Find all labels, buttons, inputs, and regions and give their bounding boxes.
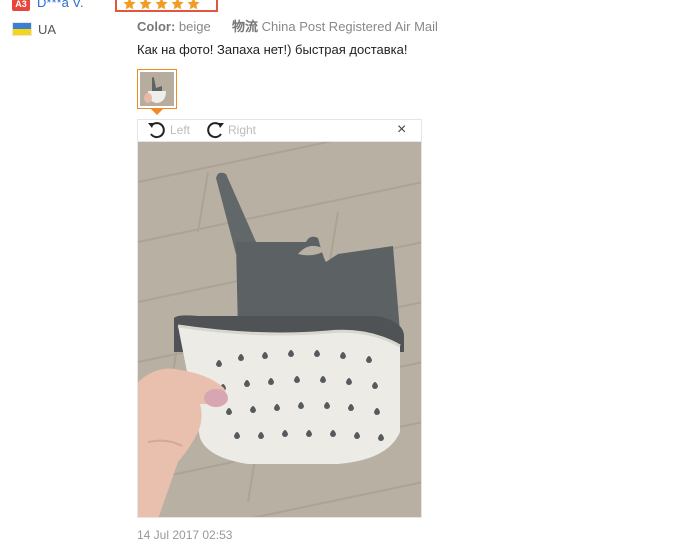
star-icon <box>123 0 136 10</box>
rotate-right-button[interactable]: Right <box>204 120 256 140</box>
color-label: Color: <box>137 19 176 34</box>
rotate-left-icon <box>148 122 165 139</box>
rotate-left-button[interactable]: Left <box>146 120 190 140</box>
star-icon <box>155 0 168 10</box>
star-icon <box>139 0 152 10</box>
star-icon <box>187 0 200 10</box>
star-icon <box>171 0 184 10</box>
rotate-right-icon <box>207 122 224 139</box>
buyer-name-link[interactable]: D***a V. <box>37 0 84 10</box>
rotate-right-label: Right <box>228 123 257 137</box>
shipping-label: 物流 <box>231 19 258 34</box>
buyer-country: UA <box>38 22 57 37</box>
review-date: 14 Jul 2017 02:53 <box>137 528 233 542</box>
rotate-left-label: Left <box>170 123 191 137</box>
thumbnail-pointer <box>151 109 163 115</box>
thumbnail-image <box>140 72 174 106</box>
color-value: beige <box>178 19 211 34</box>
country-flag-icon <box>12 22 32 36</box>
order-info: Color: beige 物流 China Post Registered Ai… <box>137 16 438 35</box>
star-rating <box>122 0 201 11</box>
buyer-level-badge: A3 <box>12 0 30 11</box>
review-comment: Как на фото! Запаха нет!) быстрая достав… <box>137 42 408 57</box>
product-photo <box>138 142 421 517</box>
shipping-value: China Post Registered Air Mail <box>261 19 438 34</box>
review-photo-thumbnail[interactable] <box>137 69 177 109</box>
close-viewer-button[interactable]: × <box>397 121 406 139</box>
review-photo-large <box>137 141 422 518</box>
